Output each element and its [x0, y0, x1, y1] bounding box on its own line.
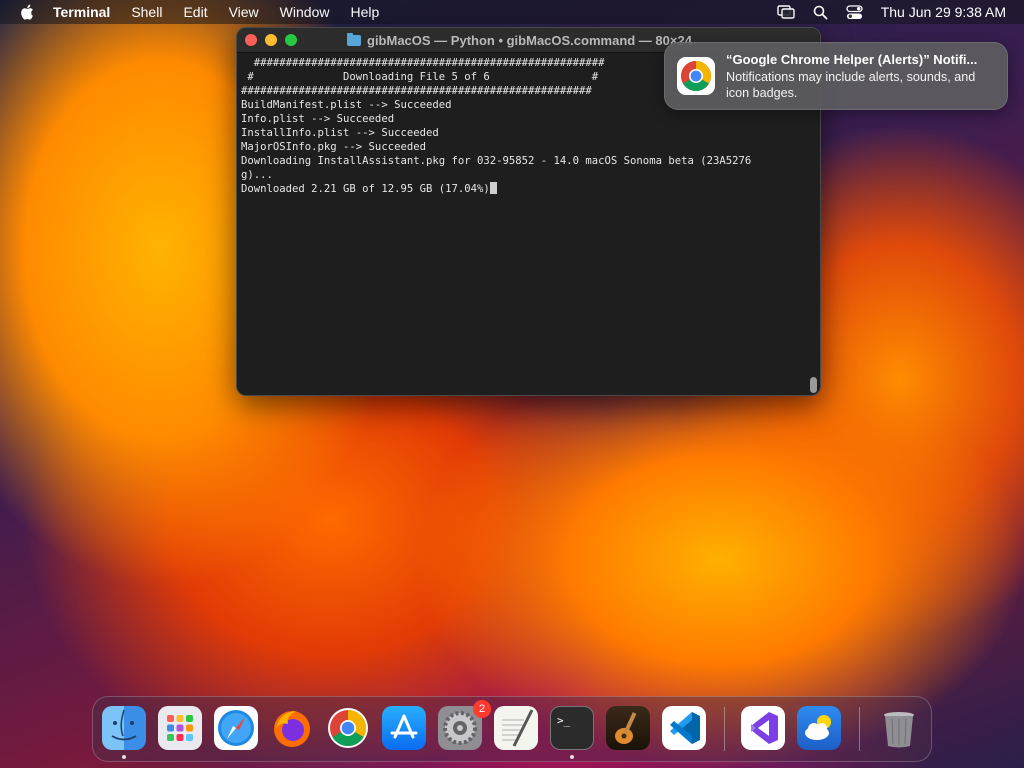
menu-shell[interactable]: Shell — [131, 4, 162, 20]
visual-studio-code-icon[interactable] — [662, 706, 706, 750]
scrollbar-thumb[interactable] — [810, 377, 817, 393]
window-title: gibMacOS — Python • gibMacOS.command — 8… — [347, 28, 692, 52]
weather-icon[interactable] — [797, 706, 841, 750]
notification-body: Notifications may include alerts, sounds… — [726, 70, 976, 100]
dock-separator — [859, 707, 860, 751]
control-center-icon[interactable] — [846, 4, 863, 20]
spotlight-search-icon[interactable] — [813, 5, 828, 20]
window-title-text: gibMacOS — Python • gibMacOS.command — 8… — [367, 32, 692, 48]
menu-window[interactable]: Window — [280, 4, 330, 20]
menu-edit[interactable]: Edit — [183, 4, 207, 20]
menu-clock[interactable]: Thu Jun 29 9:38 AM — [881, 4, 1006, 20]
launchpad-icon[interactable] — [158, 706, 202, 750]
running-indicator — [122, 755, 126, 759]
safari-icon[interactable] — [214, 706, 258, 750]
google-chrome-icon[interactable] — [326, 706, 370, 750]
menu-view[interactable]: View — [229, 4, 259, 20]
app-store-icon[interactable] — [382, 706, 426, 750]
terminal-line-progress: Downloaded 2.21 GB of 12.95 GB (17.04%) — [241, 182, 806, 196]
terminal-line: Info.plist --> Succeeded — [241, 113, 395, 125]
notification-title: “Google Chrome Helper (Alerts)” Notifi..… — [726, 52, 978, 67]
close-button[interactable] — [245, 34, 257, 46]
text-cursor — [489, 182, 497, 194]
system-settings-icon[interactable]: 2 — [438, 700, 491, 750]
screen-mirroring-icon[interactable] — [776, 5, 795, 19]
menu-help[interactable]: Help — [350, 4, 379, 20]
apple-menu-icon[interactable] — [20, 4, 34, 20]
chrome-icon — [677, 57, 715, 95]
garageband-icon[interactable] — [606, 706, 650, 750]
terminal-line: InstallInfo.plist --> Succeeded — [241, 127, 439, 139]
terminal-line: MajorOSInfo.pkg --> Succeeded — [241, 141, 426, 153]
terminal-icon[interactable]: >_ — [550, 706, 594, 750]
firefox-icon[interactable] — [270, 706, 314, 750]
menu-app-terminal[interactable]: Terminal — [53, 4, 110, 20]
download-progress-text: Downloaded 2.21 GB of 12.95 GB (17.04%) — [241, 183, 490, 195]
running-indicator — [570, 755, 574, 759]
svg-text:>_: >_ — [557, 714, 571, 727]
minimize-button[interactable] — [265, 34, 277, 46]
textedit-icon[interactable] — [494, 706, 538, 750]
dock: 2 >_ — [92, 696, 932, 762]
terminal-line: Downloading InstallAssistant.pkg for 032… — [241, 155, 752, 167]
zoom-button[interactable] — [285, 34, 297, 46]
notification-banner[interactable]: “Google Chrome Helper (Alerts)” Notifi..… — [664, 42, 1008, 110]
visual-studio-icon[interactable] — [741, 706, 785, 750]
terminal-line: g)... — [241, 169, 273, 181]
finder-icon[interactable] — [102, 706, 146, 750]
menu-bar: Terminal Shell Edit View Window Help Thu… — [0, 0, 1024, 24]
trash-icon[interactable] — [877, 706, 921, 750]
notification-badge: 2 — [473, 700, 491, 718]
folder-icon — [347, 32, 361, 46]
dock-separator — [724, 707, 725, 751]
